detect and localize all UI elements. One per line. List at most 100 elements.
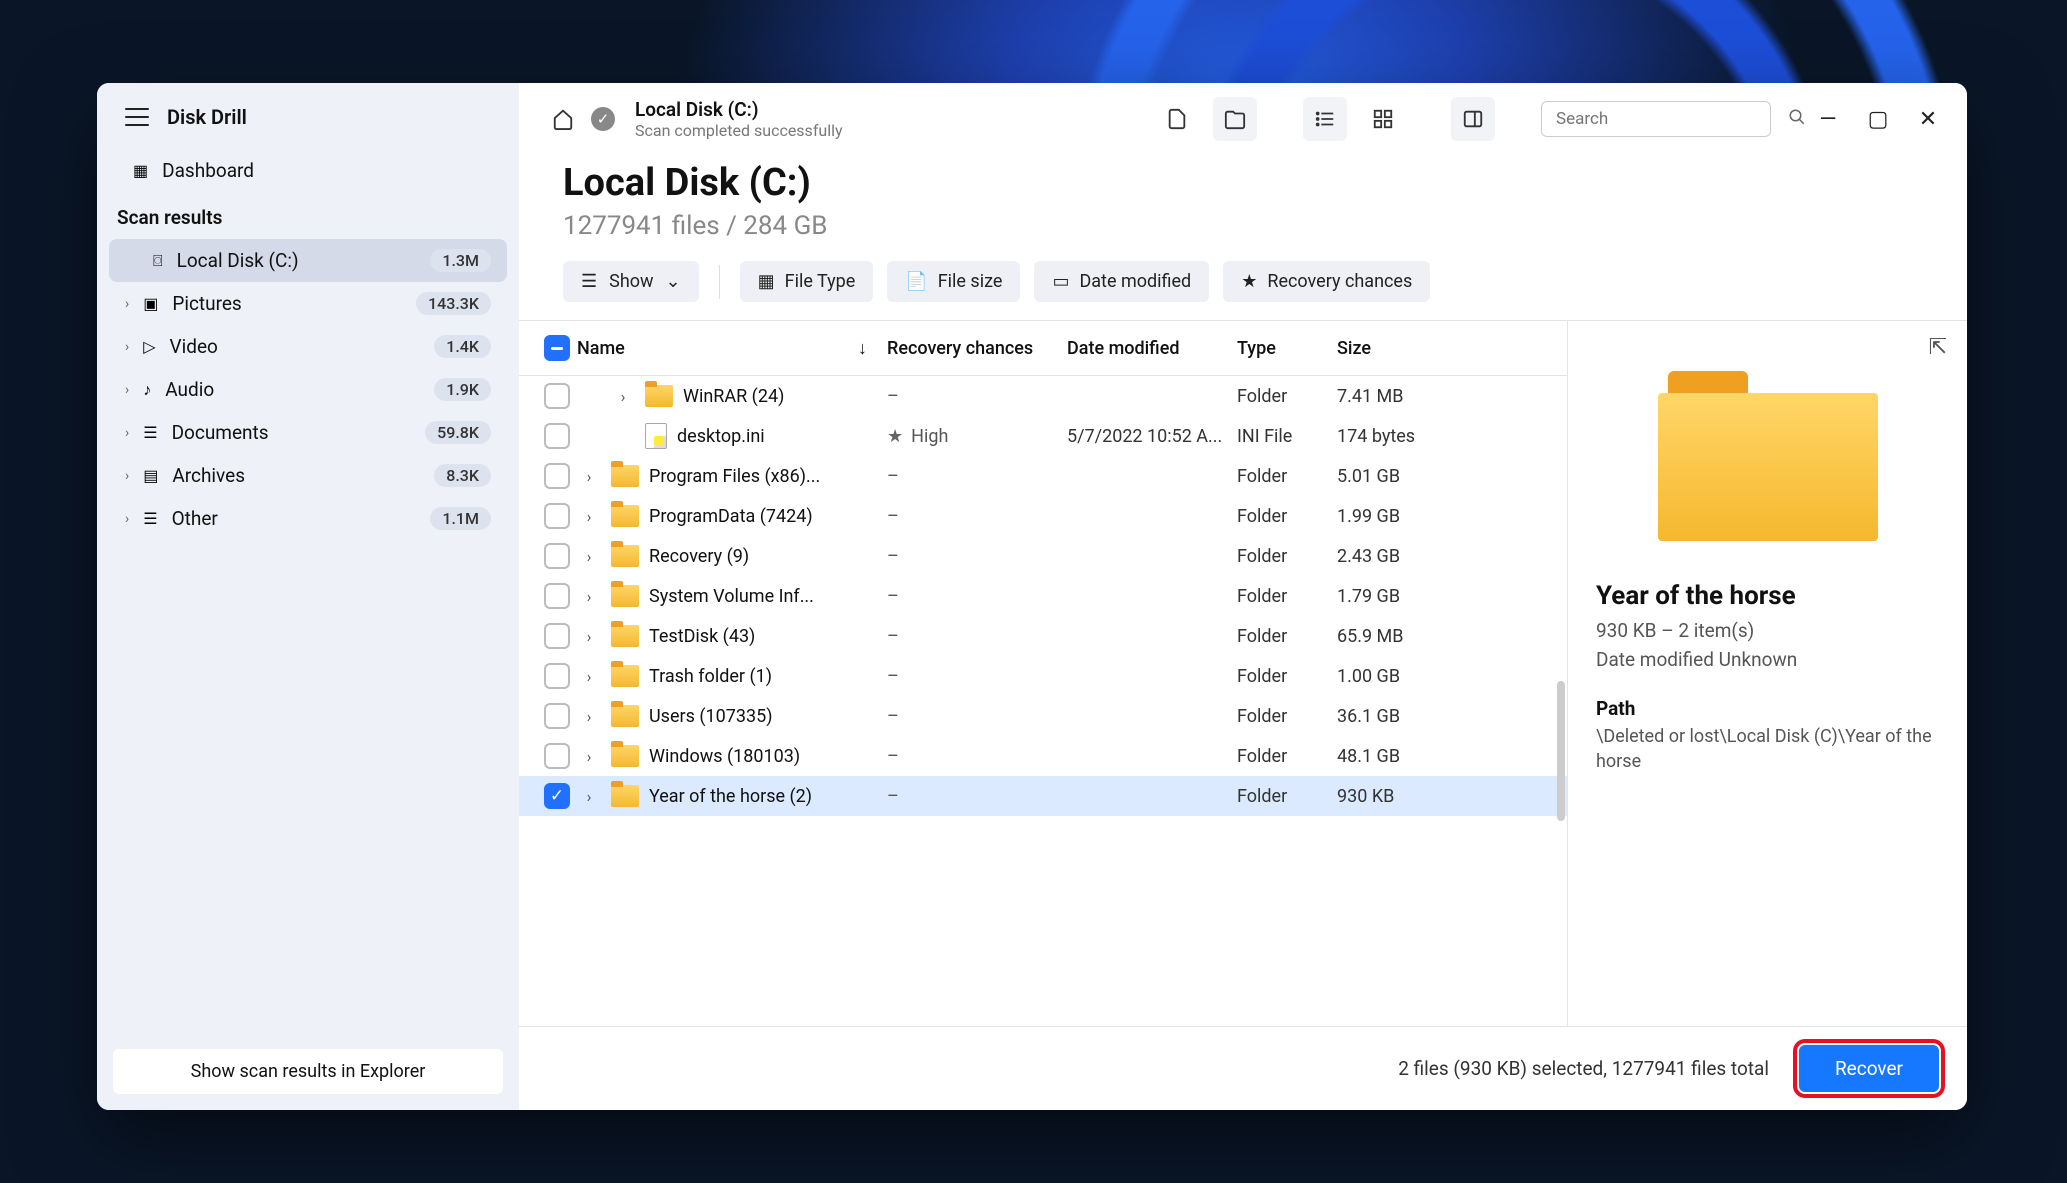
expand-icon[interactable]: ›	[577, 747, 601, 766]
row-checkbox[interactable]	[544, 623, 570, 649]
expand-icon[interactable]: ›	[577, 707, 601, 726]
expand-icon[interactable]: ›	[577, 467, 601, 486]
file-icon: 📄	[905, 271, 927, 292]
row-checkbox[interactable]	[544, 583, 570, 609]
folder-icon	[611, 465, 639, 487]
show-in-explorer-button[interactable]: Show scan results in Explorer	[113, 1049, 503, 1094]
folder-icon[interactable]	[1213, 97, 1257, 141]
breadcrumb: Local Disk (C:) Scan completed successfu…	[635, 98, 843, 140]
date-modified-label: Date modified	[1079, 271, 1191, 292]
table-row[interactable]: desktop.ini★High5/7/2022 10:52 A...INI F…	[519, 416, 1567, 456]
row-checkbox[interactable]	[544, 543, 570, 569]
sidebar-item-local-disk-c-[interactable]: ⌼Local Disk (C:)1.3M	[109, 239, 507, 282]
close-button[interactable]: ✕	[1915, 107, 1941, 132]
file-name: Users (107335)	[649, 706, 773, 727]
filter-file-size[interactable]: 📄 File size	[887, 261, 1020, 302]
check-icon: ✓	[591, 107, 615, 131]
file-type: Folder	[1237, 466, 1337, 487]
filter-file-type[interactable]: ▦ File Type	[740, 261, 874, 302]
home-icon[interactable]	[549, 105, 577, 133]
minimize-button[interactable]: —	[1815, 107, 1841, 132]
sidebar-item-pictures[interactable]: ›▣Pictures143.3K	[109, 282, 507, 325]
search-input[interactable]	[1541, 101, 1771, 137]
row-checkbox[interactable]	[544, 703, 570, 729]
expand-icon[interactable]: ›	[577, 627, 601, 646]
recover-button[interactable]: Recover	[1799, 1045, 1939, 1092]
row-checkbox[interactable]	[544, 383, 570, 409]
category-icon: ☰	[143, 509, 157, 528]
sidebar-item-label: Archives	[172, 464, 420, 487]
table-row[interactable]: ›Windows (180103)–Folder48.1 GB	[519, 736, 1567, 776]
sidebar-item-badge: 143.3K	[416, 292, 491, 315]
row-checkbox[interactable]: ✓	[544, 783, 570, 809]
row-checkbox[interactable]	[544, 663, 570, 689]
column-size[interactable]: Size	[1337, 338, 1467, 359]
table-row[interactable]: ›Program Files (x86)...–Folder5.01 GB	[519, 456, 1567, 496]
table-row[interactable]: ✓›Year of the horse (2)–Folder930 KB	[519, 776, 1567, 816]
sidebar-item-badge: 1.4K	[434, 335, 491, 358]
expand-icon[interactable]: ›	[611, 387, 635, 406]
table-row[interactable]: ›Users (107335)–Folder36.1 GB	[519, 696, 1567, 736]
file-type: Folder	[1237, 666, 1337, 687]
row-checkbox[interactable]	[544, 463, 570, 489]
column-recovery[interactable]: Recovery chances	[887, 338, 1067, 359]
sidebar-item-other[interactable]: ›☰Other1.1M	[109, 497, 507, 540]
table-row[interactable]: ›TestDisk (43)–Folder65.9 MB	[519, 616, 1567, 656]
select-all-checkbox[interactable]	[544, 335, 570, 361]
category-icon: ▷	[143, 337, 155, 356]
column-type[interactable]: Type	[1237, 338, 1337, 359]
document-icon[interactable]	[1155, 97, 1199, 141]
grid-view-icon[interactable]	[1361, 97, 1405, 141]
file-name: desktop.ini	[677, 426, 765, 447]
sidebar-item-label: Local Disk (C:)	[177, 249, 417, 272]
panel-toggle-icon[interactable]	[1451, 97, 1495, 141]
table-row[interactable]: ›Recovery (9)–Folder2.43 GB	[519, 536, 1567, 576]
filter-recovery-chances[interactable]: ★ Recovery chances	[1223, 261, 1430, 302]
file-size: 48.1 GB	[1337, 746, 1467, 767]
sliders-icon: ☰	[581, 271, 597, 292]
search-field[interactable]	[1556, 109, 1778, 129]
file-size: 7.41 MB	[1337, 386, 1467, 407]
recovery-chance: –	[887, 626, 899, 647]
table-row[interactable]: ›ProgramData (7424)–Folder1.99 GB	[519, 496, 1567, 536]
recovery-chance: –	[887, 746, 899, 767]
table-row[interactable]: ›Trash folder (1)–Folder1.00 GB	[519, 656, 1567, 696]
page-title: Local Disk (C:)	[563, 161, 1923, 205]
maximize-button[interactable]: ▢	[1865, 107, 1891, 132]
folder-icon	[611, 505, 639, 527]
row-checkbox[interactable]	[544, 503, 570, 529]
file-name: Year of the horse (2)	[649, 786, 812, 807]
expand-icon[interactable]: ›	[577, 787, 601, 806]
breadcrumb-title: Local Disk (C:)	[635, 98, 843, 121]
column-date[interactable]: Date modified	[1067, 338, 1237, 359]
sidebar-item-documents[interactable]: ›☰Documents59.8K	[109, 411, 507, 454]
calendar-icon: ▭	[1052, 271, 1069, 292]
expand-icon[interactable]: ›	[577, 507, 601, 526]
show-filter-button[interactable]: ☰ Show ⌄	[563, 261, 699, 302]
hamburger-icon[interactable]	[125, 108, 149, 126]
table-row[interactable]: ›System Volume Inf...–Folder1.79 GB	[519, 576, 1567, 616]
expand-icon[interactable]: ›	[577, 587, 601, 606]
col-name-label: Name	[577, 338, 625, 359]
sidebar-item-audio[interactable]: ›♪Audio1.9K	[109, 368, 507, 411]
file-name: Trash folder (1)	[649, 666, 772, 687]
file-size: 5.01 GB	[1337, 466, 1467, 487]
row-checkbox[interactable]	[544, 743, 570, 769]
preview-folder-icon	[1658, 371, 1878, 541]
app-title: Disk Drill	[167, 105, 247, 129]
row-checkbox[interactable]	[544, 423, 570, 449]
scrollbar[interactable]	[1557, 681, 1565, 821]
sidebar-item-dashboard[interactable]: ▦ Dashboard	[109, 149, 507, 192]
list-view-icon[interactable]	[1303, 97, 1347, 141]
sidebar: Disk Drill ▦ Dashboard Scan results ⌼Loc…	[97, 83, 519, 1110]
column-name[interactable]: Name ↓	[577, 338, 887, 359]
details-date: Date modified Unknown	[1596, 648, 1939, 671]
expand-icon[interactable]: ›	[577, 667, 601, 686]
chevron-right-icon: ›	[125, 382, 129, 398]
expand-icon[interactable]: ›	[577, 547, 601, 566]
sidebar-item-video[interactable]: ›▷Video1.4K	[109, 325, 507, 368]
filter-date-modified[interactable]: ▭ Date modified	[1034, 261, 1209, 302]
table-row[interactable]: ›WinRAR (24)–Folder7.41 MB	[519, 376, 1567, 416]
popout-icon[interactable]: ⇱	[1929, 335, 1947, 360]
sidebar-item-archives[interactable]: ›▤Archives8.3K	[109, 454, 507, 497]
